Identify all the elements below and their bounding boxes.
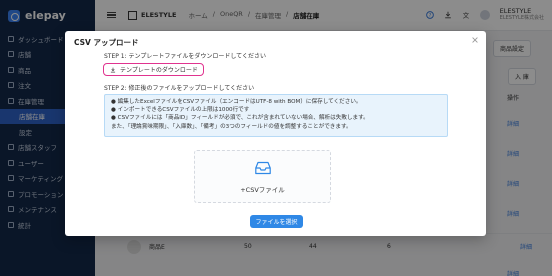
csv-upload-dialog: CSV アップロード STEP 1: テンプレートファイルをダウンロードしてくだ…: [65, 31, 486, 236]
download-template-button[interactable]: テンプレートのダウンロード: [103, 63, 204, 76]
info-line: ● 編集したExcelファイルをCSVファイル（エンコードはUTF-8 with…: [111, 99, 362, 105]
csv-upload-dropzone[interactable]: +CSVファイル: [194, 150, 331, 203]
step2-label: STEP 2: 修正後のファイルをアップロードしてください: [104, 85, 255, 92]
dialog-title: CSV アップロード: [74, 38, 139, 47]
info-line: また、「理論賞味期限」、「入庫数」、「備考」の3つのフィールドの値を調整すること…: [111, 123, 352, 130]
inbox-icon: [255, 161, 271, 175]
download-icon: [110, 67, 116, 72]
select-file-button[interactable]: ファイルを選択: [250, 215, 303, 228]
close-icon[interactable]: [471, 36, 479, 44]
download-template-label: テンプレートのダウンロード: [120, 67, 198, 74]
upload-label: +CSVファイル: [240, 186, 285, 194]
step1-label: STEP 1: テンプレートファイルをダウンロードしてください: [104, 53, 266, 60]
info-line: ● CSVファイルには「商品ID」フィールドが必須で、これが含まれていない場合、…: [111, 115, 369, 122]
info-line: ● インポートできるCSVファイルの上限は1000行です: [111, 107, 250, 114]
info-box: ● 編集したExcelファイルをCSVファイル（エンコードはUTF-8 with…: [104, 94, 448, 137]
